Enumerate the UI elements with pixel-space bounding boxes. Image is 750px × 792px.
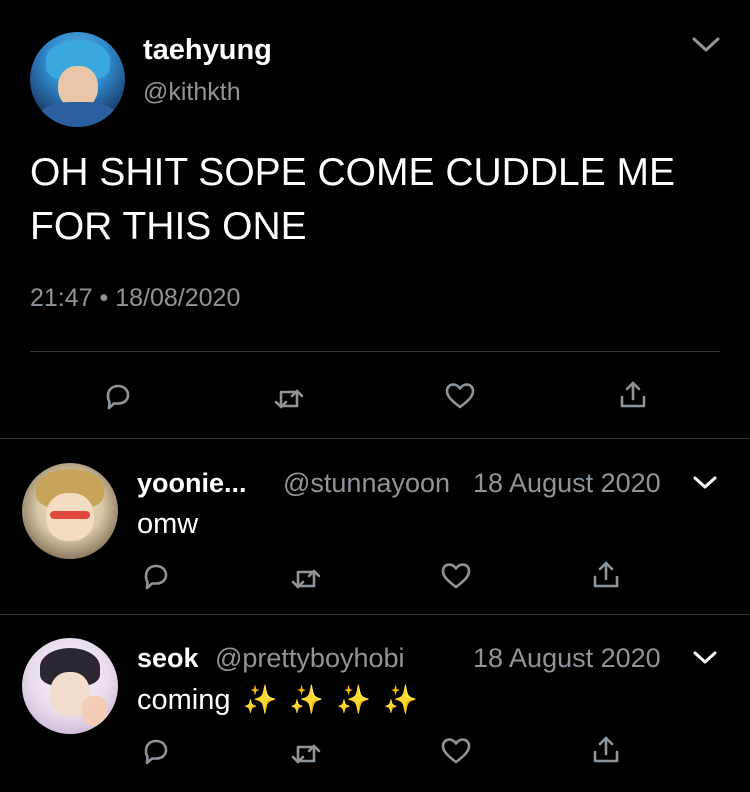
reply-author-name[interactable]: seok	[137, 643, 199, 674]
retweet-icon[interactable]	[290, 563, 322, 595]
main-tweet-author-handle[interactable]: @kithkth	[143, 78, 241, 107]
like-icon[interactable]	[440, 735, 472, 767]
reply-icon[interactable]	[140, 736, 172, 768]
reply-avatar[interactable]	[22, 638, 118, 734]
reply-text: omw	[137, 508, 199, 540]
main-tweet-text-line: FOR THIS ONE	[30, 205, 307, 248]
reply-date: 18 August 2020	[473, 643, 661, 673]
reply-author-name[interactable]: yoonie...	[137, 468, 247, 499]
sparkles-emoji: ✨	[242, 684, 278, 715]
reply-icon[interactable]	[140, 561, 172, 593]
share-icon[interactable]	[590, 559, 622, 591]
main-tweet-text-line: OH SHIT SOPE COME CUDDLE ME	[30, 151, 676, 194]
reply-text-content: coming	[137, 684, 231, 716]
like-icon[interactable]	[444, 380, 476, 412]
share-icon[interactable]	[590, 734, 622, 766]
like-icon[interactable]	[440, 560, 472, 592]
reply-avatar[interactable]	[22, 463, 118, 559]
main-tweet-timestamp: 21:47 • 18/08/2020	[30, 284, 240, 313]
reply-author-handle[interactable]: @stunnayoon	[283, 468, 450, 499]
divider	[0, 438, 750, 439]
chevron-down-icon[interactable]	[692, 649, 718, 667]
tweet-time: 21:47	[30, 284, 93, 312]
tweet-date: 18/08/2020	[115, 284, 241, 312]
meta-separator: •	[99, 284, 109, 312]
reply-icon[interactable]	[102, 381, 134, 413]
retweet-icon[interactable]	[290, 738, 322, 770]
sparkles-emoji: ✨	[289, 684, 325, 715]
retweet-icon[interactable]	[273, 383, 305, 415]
sparkles-emoji: ✨	[383, 684, 418, 715]
reply-author-handle[interactable]: @prettyboyhobi	[215, 643, 405, 674]
reply-date: 18 August 2020	[473, 468, 661, 498]
reply-text: coming ✨ ✨ ✨ ✨	[137, 683, 418, 717]
chevron-down-icon[interactable]	[690, 34, 722, 56]
main-tweet-text: OH SHIT SOPE COME CUDDLE ME FOR THIS ONE	[30, 146, 730, 254]
sparkles-emoji: ✨	[336, 684, 372, 715]
main-tweet-author-name[interactable]: taehyung	[143, 34, 272, 67]
chevron-down-icon[interactable]	[692, 474, 718, 492]
main-tweet-avatar[interactable]	[30, 32, 125, 127]
divider	[30, 351, 720, 352]
divider	[0, 614, 750, 615]
share-icon[interactable]	[617, 379, 649, 411]
